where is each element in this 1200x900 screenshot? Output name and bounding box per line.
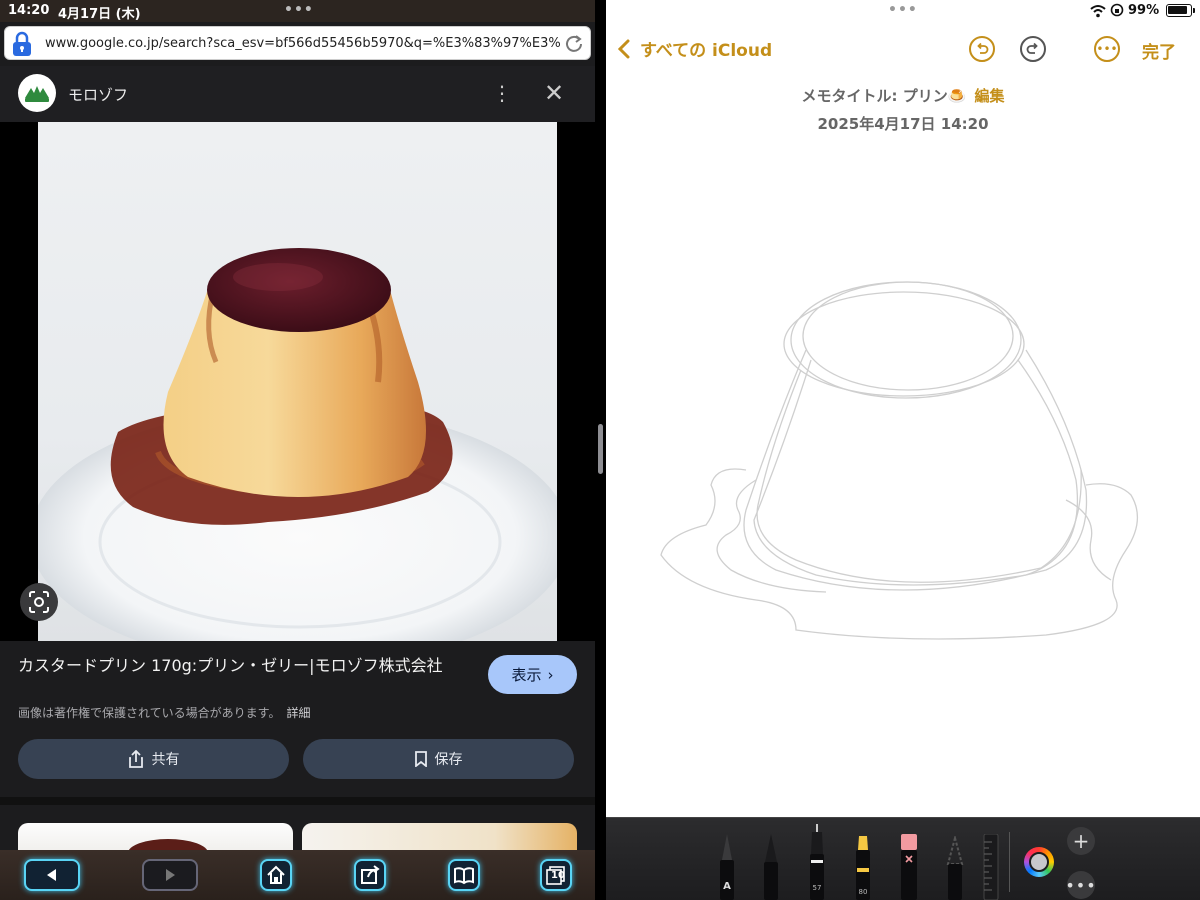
fineliner-size-label: 57 [813,884,822,892]
color-picker-button[interactable] [1024,847,1054,877]
browser-bottom-toolbar: 10 [0,850,595,900]
home-button[interactable] [260,859,292,891]
status-bar-right: ••• 99% [606,0,1200,22]
highlighter-tool-icon[interactable]: 80 [850,834,876,900]
battery-percent: 99% [1128,3,1160,18]
more-options-button[interactable]: ••• [1094,36,1120,62]
result-title[interactable]: カスタードプリン 170g:プリン・ゼリー|モロゾフ株式会社 [18,655,473,677]
battery-icon [1166,4,1195,17]
lock-icon [13,31,31,56]
chevron-left-icon [618,39,630,58]
save-button[interactable]: 保存 [303,739,574,779]
pen-tool-icon[interactable]: A [714,830,740,900]
notes-nav-bar: すべての iCloud ••• 完了 [606,30,1200,70]
status-bar-left: 14:20 4月17日 (木) ••• [0,0,595,22]
address-bar[interactable]: www.google.co.jp/search?sca_esv=bf566d55… [4,26,591,60]
wifi-icon [1090,5,1106,18]
pen-tool-label: A [723,881,731,892]
done-button[interactable]: 完了 [1142,38,1176,63]
split-view-divider[interactable] [595,0,606,900]
share-arrow-icon [361,865,380,884]
pudding-photo[interactable] [38,122,557,641]
bookmarks-button[interactable] [448,859,480,891]
multitask-dots-icon[interactable]: ••• [888,2,918,18]
lasso-tool-icon[interactable] [942,836,968,900]
site-logo [18,74,56,112]
undo-icon [977,42,989,54]
monoline-tool-icon[interactable] [758,832,784,900]
toolbar-separator [1009,832,1010,892]
status-date: 4月17日 (木) [58,7,141,22]
home-icon [267,865,285,884]
undo-button[interactable] [969,36,995,62]
site-name: モロゾフ [68,86,129,104]
forward-arrow-icon [166,869,175,881]
visit-button[interactable]: 表示 › [488,655,577,694]
split-handle[interactable] [598,424,603,474]
current-color-swatch [1029,852,1049,872]
multitask-dots-icon[interactable]: ••• [284,2,314,18]
ruler-tool-icon[interactable] [982,834,1000,900]
save-label: 保存 [434,752,463,768]
bookmark-icon [414,751,427,767]
book-icon [454,867,474,885]
ellipsis-icon: ••• [1096,42,1118,56]
details-link[interactable]: 詳細 [286,706,310,720]
status-time: 14:20 [8,3,50,18]
tab-count: 10 [551,870,565,881]
copyright-text: 画像は著作権で保護されている場合があります。 [18,706,281,720]
back-button[interactable] [24,859,80,891]
back-label: すべての iCloud [640,41,773,61]
google-lens-button[interactable] [20,583,58,621]
pudding-sketch-canvas[interactable] [646,270,1146,660]
fineliner-tool-icon[interactable]: 57 [804,824,830,900]
image-viewer [0,122,595,641]
highlighter-size-label: 80 [859,888,868,896]
share-page-button[interactable] [354,859,386,891]
edit-title-button[interactable]: 編集 [974,87,1004,105]
back-arrow-icon [47,869,56,881]
orientation-lock-icon [1110,3,1124,17]
notes-pane: ••• 99% すべての iCloud ••• 完了 メモタイトル: プリン🍮 … [606,0,1200,900]
plus-icon: + [1072,829,1090,853]
image-panel-header: モロゾフ ⋮ ✕ [0,66,595,122]
redo-button[interactable] [1020,36,1046,62]
morozoff-logo-icon [25,86,49,102]
note-title-text: メモタイトル: プリン🍮 [801,87,967,105]
note-meta-title: メモタイトル: プリン🍮 編集 [606,85,1200,106]
share-button[interactable]: 共有 [18,739,289,779]
eraser-tool-icon[interactable] [896,834,922,900]
forward-button[interactable] [142,859,198,891]
redo-icon [1026,42,1038,54]
markup-toolbar: A 57 80 + ••• [606,817,1200,900]
lens-icon [29,591,49,613]
chevron-right-icon: › [547,665,554,684]
pudding-photo-art [38,248,557,641]
close-icon[interactable]: ✕ [540,78,568,108]
note-date: 2025年4月17日 14:20 [817,115,989,133]
copyright-notice: 画像は著作権で保護されている場合があります。 詳細 [18,704,310,721]
browser-pane: 14:20 4月17日 (木) ••• www.google.co.jp/sea… [0,0,595,900]
url-text: www.google.co.jp/search?sca_esv=bf566d55… [45,36,560,51]
toolbar-more-button[interactable]: ••• [1065,871,1097,899]
visit-label: 表示 [511,666,542,684]
share-icon [128,750,143,768]
share-label: 共有 [151,752,180,768]
ellipsis-icon: ••• [1065,875,1097,895]
reload-icon[interactable] [564,33,584,53]
add-tool-button[interactable]: + [1067,827,1095,855]
back-to-folders-button[interactable]: すべての iCloud [618,36,772,61]
tabs-button[interactable]: 10 [540,859,572,891]
section-divider [0,797,595,805]
more-options-icon[interactable]: ⋮ [492,78,512,108]
